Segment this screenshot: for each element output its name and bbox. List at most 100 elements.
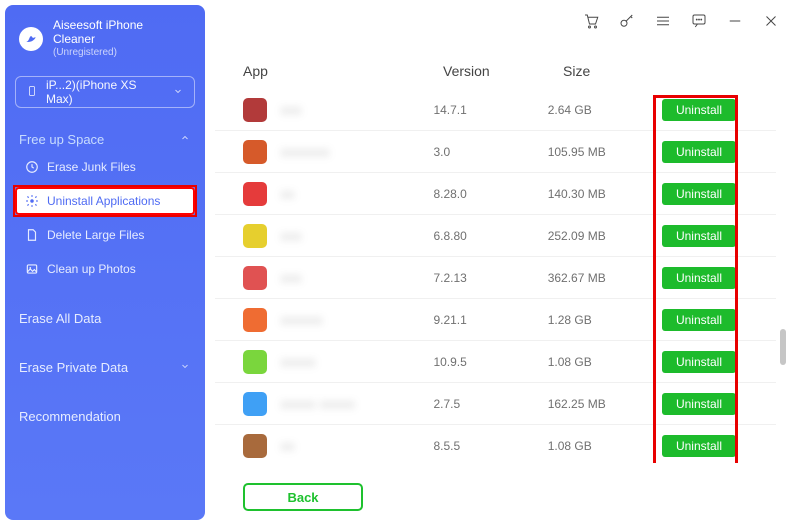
nav-section-label: Free up Space: [19, 132, 104, 147]
nav-section-label: Recommendation: [19, 409, 121, 424]
nav-erase-private-data[interactable]: Erase Private Data: [15, 354, 195, 381]
chevron-down-icon: [172, 85, 184, 100]
uninstall-button[interactable]: Uninstall: [662, 351, 736, 373]
app-icon: [243, 182, 267, 206]
photo-icon: [25, 262, 39, 276]
uninstall-button[interactable]: Uninstall: [662, 99, 736, 121]
app-size: 140.30 MB: [548, 187, 662, 201]
app-version: 8.5.5: [433, 439, 547, 453]
app-version: 3.0: [433, 145, 547, 159]
uninstall-button[interactable]: Uninstall: [662, 267, 736, 289]
app-row: xxx 14.7.12.64 GBUninstall: [215, 89, 776, 131]
app-icon: [243, 140, 267, 164]
nav-delete-large-files[interactable]: Delete Large Files: [15, 221, 195, 249]
app-version: 14.7.1: [433, 103, 547, 117]
nav-item-label: Delete Large Files: [47, 228, 144, 242]
device-selector[interactable]: iP...2)(iPhone XS Max): [15, 76, 195, 108]
app-icon: [243, 224, 267, 248]
app-size: 1.08 GB: [548, 355, 662, 369]
app-name: xxxxxx: [281, 313, 323, 327]
uninstall-button[interactable]: Uninstall: [662, 183, 736, 205]
feedback-icon[interactable]: [690, 12, 708, 30]
app-name: xxx: [281, 229, 302, 243]
sidebar: Aiseesoft iPhone Cleaner (Unregistered) …: [5, 5, 205, 520]
column-headers: App Version Size: [215, 55, 786, 89]
nav-item-label: Erase Junk Files: [47, 160, 136, 174]
app-size: 105.95 MB: [548, 145, 662, 159]
app-version: 10.9.5: [433, 355, 547, 369]
content-area: App Version Size xxx14.7.12.64 GBUninsta…: [215, 55, 786, 511]
app-version: 7.2.13: [433, 271, 547, 285]
nav-section-free-up-space[interactable]: Free up Space: [15, 132, 195, 147]
brand: Aiseesoft iPhone Cleaner (Unregistered): [15, 19, 195, 58]
app-name: xxxxx: [281, 355, 316, 369]
minimize-icon[interactable]: [726, 12, 744, 30]
app-size: 2.64 GB: [548, 103, 662, 117]
app-icon: [243, 350, 267, 374]
app-version: 2.7.5: [433, 397, 547, 411]
app-row: xxxxxxx 3.0105.95 MBUninstall: [215, 131, 776, 173]
app-size: 362.67 MB: [548, 271, 662, 285]
brand-sub: Cleaner: [53, 33, 143, 47]
app-size: 162.25 MB: [548, 397, 662, 411]
app-icon: [243, 266, 267, 290]
nav-erase-all-data[interactable]: Erase All Data: [15, 305, 195, 332]
phone-icon: [26, 85, 38, 100]
col-size: Size: [563, 63, 683, 79]
col-app: App: [243, 63, 443, 79]
app-name: xx: [281, 439, 295, 453]
app-name: xxxxx xxxxx: [281, 397, 355, 411]
app-name: xxx: [281, 271, 302, 285]
app-icon: [243, 98, 267, 122]
uninstall-button[interactable]: Uninstall: [662, 225, 736, 247]
brand-status: (Unregistered): [53, 47, 143, 59]
app-size: 252.09 MB: [548, 229, 662, 243]
app-row: xxxxx xxxxx 2.7.5162.25 MBUninstall: [215, 383, 776, 425]
gear-icon: [25, 194, 39, 208]
uninstall-button[interactable]: Uninstall: [662, 141, 736, 163]
device-label: iP...2)(iPhone XS Max): [46, 78, 164, 106]
footer: Back: [215, 483, 786, 511]
nav-section-label: Erase Private Data: [19, 360, 128, 375]
app-version: 6.8.80: [433, 229, 547, 243]
file-icon: [25, 228, 39, 242]
uninstall-button[interactable]: Uninstall: [662, 393, 736, 415]
key-icon[interactable]: [618, 12, 636, 30]
chevron-up-icon: [179, 132, 191, 147]
nav-uninstall-applications[interactable]: Uninstall Applications: [15, 187, 195, 215]
back-button[interactable]: Back: [243, 483, 363, 511]
app-name: xxx: [281, 103, 302, 117]
app-icon: [243, 392, 267, 416]
menu-icon[interactable]: [654, 12, 672, 30]
nav-erase-junk-files[interactable]: Erase Junk Files: [15, 153, 195, 181]
clock-icon: [25, 160, 39, 174]
app-row: xxxxxx 9.21.11.28 GBUninstall: [215, 299, 776, 341]
cart-icon[interactable]: [582, 12, 600, 30]
app-row: xxx 6.8.80252.09 MBUninstall: [215, 215, 776, 257]
nav-item-label: Clean up Photos: [47, 262, 136, 276]
app-name: xxxxxxx: [281, 145, 330, 159]
app-version: 8.28.0: [433, 187, 547, 201]
app-version: 9.21.1: [433, 313, 547, 327]
close-icon[interactable]: [762, 12, 780, 30]
app-row: xx 8.28.0140.30 MBUninstall: [215, 173, 776, 215]
nav-recommendation[interactable]: Recommendation: [15, 403, 195, 430]
col-version: Version: [443, 63, 563, 79]
chevron-down-icon: [179, 360, 191, 375]
nav-clean-up-photos[interactable]: Clean up Photos: [15, 255, 195, 283]
uninstall-button[interactable]: Uninstall: [662, 309, 736, 331]
app-list: xxx14.7.12.64 GBUninstall xxxxxxx3.0105.…: [215, 89, 786, 463]
app-size: 1.28 GB: [548, 313, 662, 327]
brand-name: Aiseesoft iPhone: [53, 19, 143, 33]
uninstall-button[interactable]: Uninstall: [662, 435, 736, 457]
app-row: xxxxx 10.9.51.08 GBUninstall: [215, 341, 776, 383]
app-icon: [243, 434, 267, 458]
app-size: 1.08 GB: [548, 439, 662, 453]
app-icon: [243, 308, 267, 332]
app-name: xx: [281, 187, 295, 201]
scrollbar[interactable]: [780, 329, 786, 365]
nav-section-label: Erase All Data: [19, 311, 101, 326]
window-titlebar: [582, 12, 780, 30]
app-row: xxx 7.2.13362.67 MBUninstall: [215, 257, 776, 299]
brand-logo-icon: [19, 27, 43, 51]
